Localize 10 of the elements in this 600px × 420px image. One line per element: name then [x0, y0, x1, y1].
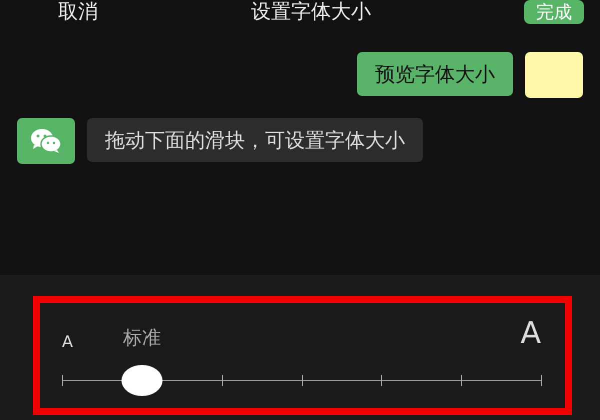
current-size-label: 标准	[122, 326, 161, 351]
slider-thumb[interactable]	[121, 365, 162, 396]
cancel-link[interactable]: 取消	[58, 0, 98, 22]
avatar	[525, 52, 583, 98]
message-bubble: 预览字体大小	[357, 52, 513, 96]
large-font-label: A	[520, 317, 541, 351]
message-bubble: 拖动下面的滑块，可设置字体大小	[87, 118, 423, 162]
page-title: 设置字体大小	[251, 0, 371, 22]
chat-logo-icon	[17, 118, 75, 164]
small-font-label: A	[62, 332, 73, 351]
